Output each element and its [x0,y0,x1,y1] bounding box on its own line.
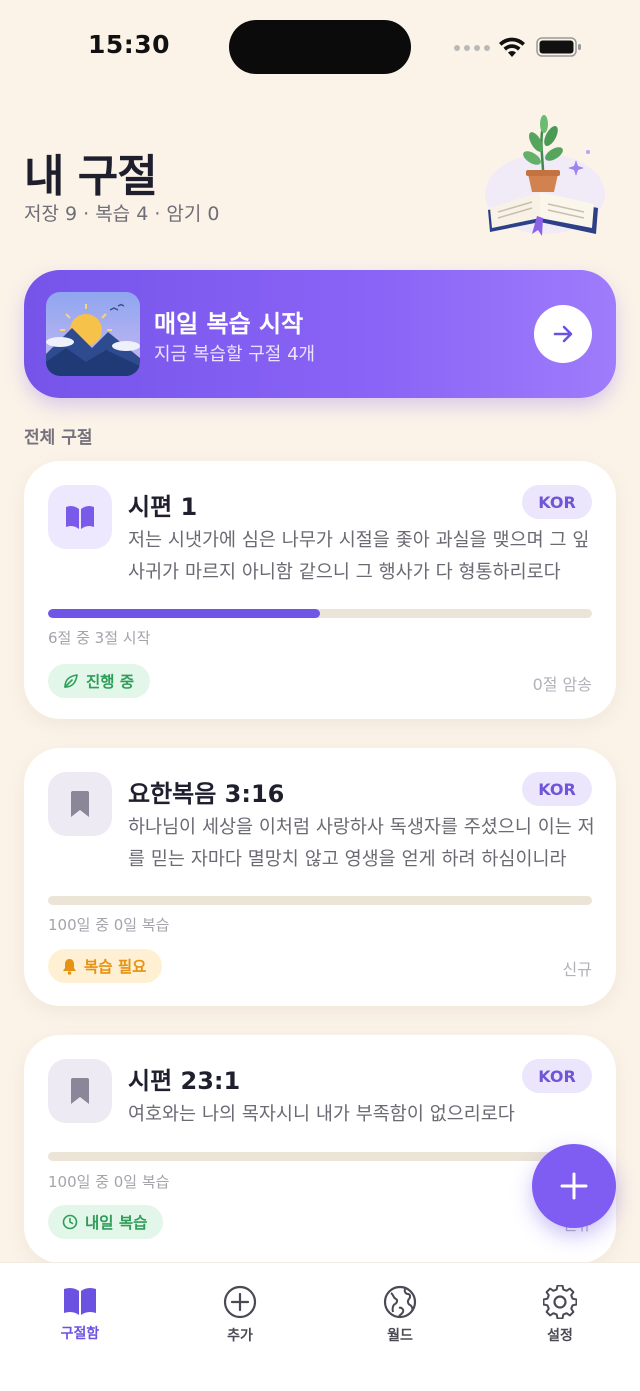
book-plant-illustration [485,115,605,236]
verse-text: 하나님이 세상을 이처럼 사랑하사 독생자를 주셨으니 이는 저를 믿는 자마다… [128,817,595,870]
dynamic-island [229,20,411,74]
status-badge: 진행 중 [48,664,151,698]
wifi-icon [499,37,525,57]
status-text: 내일 복습 [85,1214,148,1232]
progress-label: 100일 중 0일 복습 [48,1173,170,1191]
language-badge: KOR [522,485,592,519]
bell-icon [63,958,76,975]
language-badge: KOR [522,772,592,806]
tab-settings[interactable]: 설정 [510,1285,610,1345]
add-verse-fab[interactable] [532,1144,616,1228]
verse-card[interactable]: 요한복음 3:16 KOR 하나님이 세상을 이처럼 사랑하사 독생자를 주셨으… [24,748,616,1006]
arrow-right-icon [553,325,573,343]
verse-icon-container [48,1059,112,1123]
tab-verses[interactable]: 구절함 [30,1285,130,1343]
cellular-signal-icon [454,45,490,51]
status-text: 복습 필요 [84,958,147,976]
section-label-all-verses: 전체 구절 [24,428,93,448]
tab-add[interactable]: 추가 [190,1285,290,1345]
tab-label: 추가 [227,1328,253,1344]
bottom-tab-bar: 구절함 추가 월드 설정 [0,1262,640,1391]
status-badge: 복습 필요 [48,949,163,983]
progress-bar [48,609,592,618]
gear-icon [543,1285,577,1319]
battery-icon [536,37,581,57]
status-time: 15:30 [88,30,171,59]
page-title: 내 구절 [24,151,158,202]
progress-label: 100일 중 0일 복습 [48,916,170,934]
start-review-button[interactable] [534,305,592,363]
progress-label: 6절 중 3절 시작 [48,629,151,647]
globe-icon [383,1285,417,1319]
progress-bar [48,1152,592,1161]
verse-title: 요한복음 3:16 [128,780,285,808]
verse-card[interactable]: 시편 23:1 KOR 여호와는 나의 목자시니 내가 부족함이 없으리로다 1… [24,1035,616,1263]
leaf-icon [64,673,78,688]
status-text: 진행 중 [86,673,135,691]
tab-label: 월드 [387,1328,413,1344]
verse-title: 시편 23:1 [128,1067,241,1095]
verse-text: 여호와는 나의 목자시니 내가 부족함이 없으리로다 [128,1104,515,1125]
verse-card[interactable]: 시편 1 KOR 저는 시냇가에 심은 나무가 시절을 좇아 과실을 맺으며 그… [24,461,616,719]
bookmark-icon [71,791,89,817]
language-badge: KOR [522,1059,592,1093]
plus-circle-icon [223,1285,257,1319]
book-open-icon [64,1287,96,1315]
tab-label: 구절함 [60,1326,100,1342]
book-open-icon [66,505,94,529]
banner-title: 매일 복습 시작 [154,310,304,338]
tab-world[interactable]: 월드 [350,1285,450,1345]
verse-title: 시편 1 [128,493,198,521]
clock-icon [62,1214,78,1230]
progress-bar [48,896,592,905]
bookmark-icon [71,1078,89,1104]
verse-icon-container [48,485,112,549]
status-badge: 내일 복습 [48,1205,164,1239]
verse-stats: 저장 9 · 복습 4 · 암기 0 [24,203,220,225]
progress-fill [48,609,320,618]
plus-icon [560,1172,588,1200]
status-bar: 15:30 [0,0,640,90]
verse-text: 저는 시냇가에 심은 나무가 시절을 좇아 과실을 맺으며 그 잎사귀가 마르지… [128,530,590,583]
banner-subtitle: 지금 복습할 구절 4개 [154,344,316,365]
new-label: 신규 [562,960,592,979]
tab-label: 설정 [547,1328,573,1344]
mountain-sunrise-image [46,292,140,376]
daily-review-banner[interactable]: 매일 복습 시작 지금 복습할 구절 4개 [24,270,616,398]
verse-icon-container [48,772,112,836]
memorized-count: 0절 암송 [532,675,592,694]
